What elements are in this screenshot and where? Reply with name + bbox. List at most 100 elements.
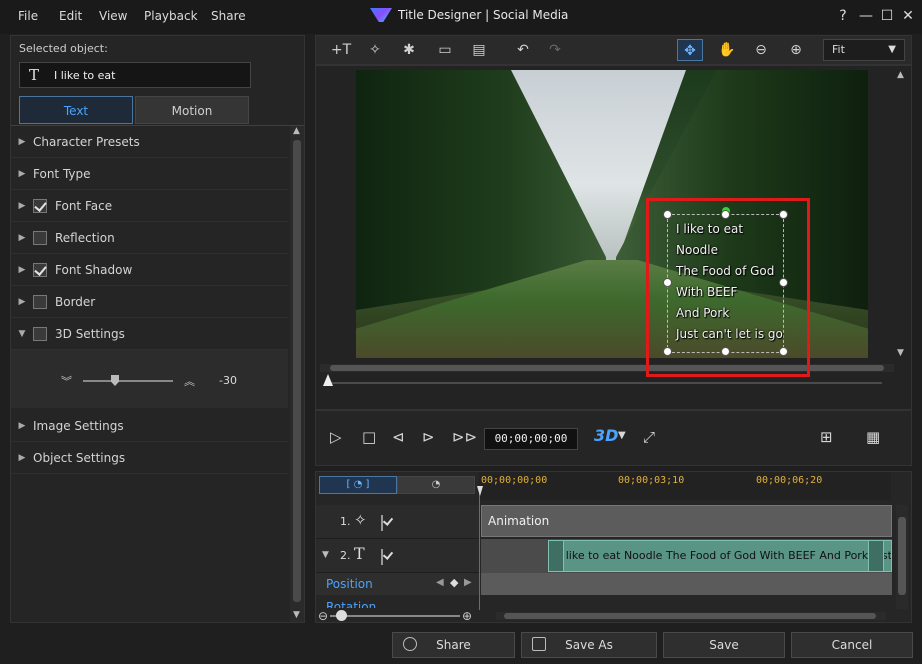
save-button[interactable]: Save [663, 632, 785, 658]
zoom-out-icon[interactable]: ⊖ [748, 39, 774, 61]
text-clip[interactable]: I like to eat Noodle The Food of God Wit… [548, 540, 892, 572]
timeline-ruler[interactable]: 00;00;00;00 00;00;03;10 00;00;06;20 [479, 472, 891, 500]
track-1-visible-checkbox[interactable] [381, 515, 383, 531]
section-character-presets[interactable]: ▶ Character Presets [11, 126, 288, 158]
previous-frame-icon[interactable]: ⊲ [392, 428, 405, 446]
collapse-arrow-icon[interactable]: ▼ [322, 550, 329, 560]
clip-trim-start-handle[interactable] [548, 540, 564, 572]
safe-zone-icon[interactable]: ⊞ [820, 428, 833, 446]
clip-trim-end-handle[interactable] [868, 540, 884, 572]
help-icon[interactable]: ? [835, 8, 851, 24]
minimize-icon[interactable]: — [858, 8, 874, 24]
scroll-up-icon[interactable]: ▲ [897, 70, 904, 80]
section-3d-settings[interactable]: ▼ 3D Settings [11, 318, 288, 350]
tab-text[interactable]: Text [19, 96, 133, 124]
section-font-face[interactable]: ▶ Font Face [11, 190, 288, 222]
zoom-in-icon[interactable]: ⊕ [783, 39, 809, 61]
expand-arrow-icon[interactable]: ▶ [11, 453, 33, 463]
chevron-down-icon[interactable]: ▼ [618, 430, 626, 441]
font-face-checkbox[interactable] [33, 198, 47, 213]
undo-icon[interactable]: ↶ [510, 39, 536, 61]
collapse-arrow-icon[interactable]: ▼ [11, 329, 33, 339]
add-keyframe-icon[interactable]: ◆ [450, 576, 458, 589]
section-image-settings[interactable]: ▶ Image Settings [11, 410, 288, 442]
section-border[interactable]: ▶ Border [11, 286, 288, 318]
timeline-zoom-handle[interactable] [336, 610, 347, 621]
timecode-display[interactable]: 00;00;00;00 [484, 428, 578, 450]
3d-mode-button[interactable]: 3D [594, 426, 618, 445]
maximize-icon[interactable]: ☐ [879, 8, 895, 24]
border-checkbox[interactable] [33, 294, 47, 309]
animation-clip[interactable]: Animation [481, 505, 892, 537]
reflection-checkbox[interactable] [33, 230, 47, 245]
stop-icon[interactable]: □ [362, 428, 376, 446]
menu-view[interactable]: View [99, 9, 127, 23]
3d-depth-slider[interactable] [83, 380, 173, 382]
grid-lines-icon[interactable]: ▦ [866, 428, 880, 446]
expand-arrow-icon[interactable]: ▶ [11, 421, 33, 431]
expand-arrow-icon[interactable]: ▶ [11, 169, 33, 179]
track-2-visible-checkbox[interactable] [381, 549, 383, 565]
menu-playback[interactable]: Playback [144, 9, 198, 23]
font-shadow-checkbox[interactable] [33, 262, 47, 277]
seek-bar[interactable] [328, 382, 882, 384]
fast-forward-icon[interactable]: ⊳⊳ [452, 428, 477, 446]
insert-effect-icon[interactable]: ✱ [396, 39, 422, 61]
seek-handle[interactable] [323, 374, 333, 386]
expand-arrow-icon[interactable]: ▶ [11, 265, 33, 275]
fullscreen-icon[interactable]: ⤢ [643, 428, 655, 446]
increase-chevron-icon[interactable]: ︽ [184, 373, 195, 389]
menu-file[interactable]: File [18, 9, 38, 23]
scroll-up-icon[interactable]: ▲ [293, 126, 300, 136]
scroll-down-icon[interactable]: ▼ [897, 348, 904, 358]
timeline-vertical-scrollbar[interactable] [896, 505, 908, 609]
scrollbar-thumb[interactable] [898, 517, 906, 595]
scroll-down-icon[interactable]: ▼ [293, 610, 300, 620]
preview-vertical-scrollbar[interactable]: ▲ ▼ [896, 70, 908, 360]
redo-icon[interactable]: ↷ [542, 39, 568, 61]
section-object-settings[interactable]: ▶ Object Settings [11, 442, 288, 474]
decrease-chevron-icon[interactable]: ︾ [61, 373, 72, 389]
insert-image-icon[interactable]: ▭ [432, 39, 458, 61]
expand-arrow-icon[interactable]: ▶ [11, 297, 33, 307]
insert-background-icon[interactable]: ▤ [466, 39, 492, 61]
insert-particle-icon[interactable]: ✧ [362, 39, 388, 61]
insert-title-icon[interactable]: +T [328, 39, 354, 61]
3d-depth-slider-handle[interactable] [111, 375, 119, 386]
timeline-tab-object[interactable]: [ ◔ ] [319, 476, 397, 494]
3d-settings-checkbox[interactable] [33, 326, 47, 341]
keyframe-prev-icon[interactable]: ◀ [436, 577, 444, 588]
zoom-fit-dropdown[interactable]: Fit ▼ [823, 39, 905, 61]
zoom-in-timeline-icon[interactable]: ⊕ [462, 609, 472, 623]
tab-motion[interactable]: Motion [135, 96, 249, 124]
expand-arrow-icon[interactable]: ▶ [11, 201, 33, 211]
keyframe-next-icon[interactable]: ▶ [464, 577, 472, 588]
timeline-tab-clock[interactable]: ◔ [397, 476, 475, 494]
scrollbar-thumb[interactable] [293, 140, 301, 602]
next-frame-icon[interactable]: ⊳ [422, 428, 435, 446]
timeline-tabs: [ ◔ ] ◔ [317, 476, 475, 496]
scrollbar-thumb[interactable] [504, 613, 876, 619]
expand-arrow-icon[interactable]: ▶ [11, 137, 33, 147]
close-icon[interactable]: ✕ [900, 8, 916, 24]
expand-arrow-icon[interactable]: ▶ [11, 233, 33, 243]
zoom-out-timeline-icon[interactable]: ⊖ [318, 609, 328, 623]
select-mode-icon[interactable]: ✥ [677, 39, 703, 61]
section-font-shadow[interactable]: ▶ Font Shadow [11, 254, 288, 286]
hand-icon[interactable]: ✋ [714, 39, 740, 61]
play-icon[interactable]: ▷ [330, 428, 342, 446]
properties-scrollbar[interactable]: ▲ ▼ [290, 126, 304, 622]
save-as-button[interactable]: Save As [521, 632, 657, 658]
position-keyframe-lane[interactable] [481, 573, 892, 595]
timeline-playhead[interactable] [479, 486, 480, 610]
cancel-button[interactable]: Cancel [791, 632, 913, 658]
section-label: Font Face [55, 198, 113, 213]
section-font-type[interactable]: ▶ Font Type [11, 158, 288, 190]
selected-object-field[interactable]: T I like to eat [19, 62, 251, 88]
section-reflection[interactable]: ▶ Reflection [11, 222, 288, 254]
menu-edit[interactable]: Edit [59, 9, 82, 23]
timeline-horizontal-scrollbar[interactable] [496, 612, 886, 620]
timeline-zoom-slider[interactable] [330, 615, 460, 617]
share-button[interactable]: Share [392, 632, 515, 658]
menu-share[interactable]: Share [211, 9, 246, 23]
